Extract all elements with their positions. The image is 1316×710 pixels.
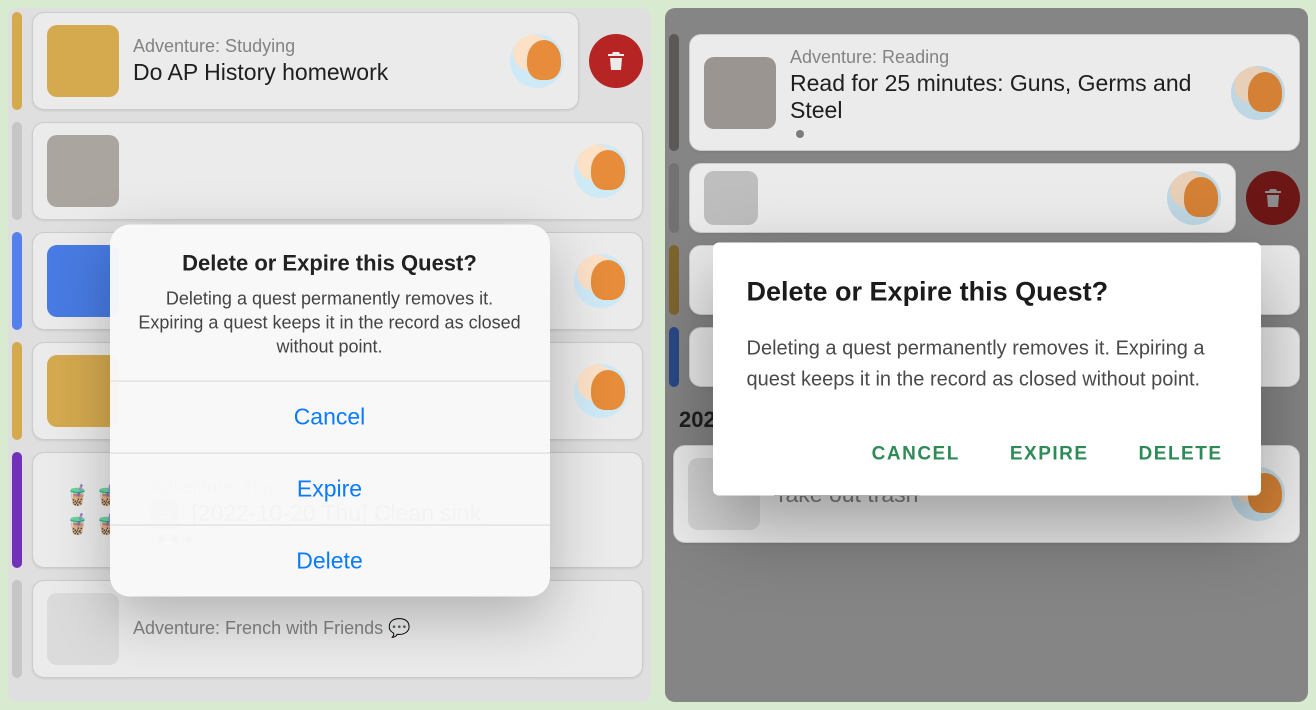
quest-card[interactable]: Adventure: Reading Read for 25 minutes: … xyxy=(689,34,1300,151)
avatar xyxy=(574,254,628,308)
material-dialog: Delete or Expire this Quest? Deleting a … xyxy=(713,242,1261,495)
delete-button[interactable] xyxy=(589,34,643,88)
cancel-button[interactable]: Cancel xyxy=(110,381,550,453)
quest-thumb xyxy=(704,57,776,129)
quest-thumb xyxy=(47,135,119,207)
delete-button[interactable]: DELETE xyxy=(1135,429,1227,479)
trash-icon xyxy=(604,49,628,73)
delete-button[interactable]: Delete xyxy=(110,525,550,597)
quest-row: Adventure: Reading Read for 25 minutes: … xyxy=(673,34,1300,151)
category-tag xyxy=(12,342,22,440)
avatar xyxy=(574,144,628,198)
expire-button[interactable]: EXPIRE xyxy=(1006,429,1093,479)
dialog-message: Deleting a quest permanently removes it.… xyxy=(132,286,528,359)
adventure-label: Adventure: Studying xyxy=(133,36,496,57)
quest-title: Read for 25 minutes: Guns, Germs and Ste… xyxy=(790,70,1217,124)
adventure-label: Adventure: Reading xyxy=(790,47,1217,68)
quest-row xyxy=(16,122,643,220)
delete-button[interactable] xyxy=(1246,171,1300,225)
ios-screen: Adventure: Studying Do AP History homewo… xyxy=(8,8,651,702)
quest-card[interactable]: Adventure: Studying Do AP History homewo… xyxy=(32,12,579,110)
cancel-button[interactable]: CANCEL xyxy=(868,429,964,479)
quest-thumb xyxy=(47,355,119,427)
trash-icon xyxy=(1261,186,1285,210)
category-tag xyxy=(669,34,679,151)
quest-title: Do AP History homework xyxy=(133,59,496,86)
dots-indicator xyxy=(790,124,1217,138)
adventure-label: Adventure: French with Friends 💬 xyxy=(133,618,628,639)
category-tag xyxy=(12,452,22,568)
expire-button[interactable]: Expire xyxy=(110,453,550,525)
quest-thumb xyxy=(47,245,119,317)
dialog-title: Delete or Expire this Quest? xyxy=(747,276,1227,307)
quest-thumb xyxy=(47,593,119,665)
category-tag xyxy=(669,327,679,387)
quest-thumb xyxy=(47,25,119,97)
dialog-message: Deleting a quest permanently removes it.… xyxy=(747,333,1227,395)
avatar xyxy=(1167,171,1221,225)
avatar xyxy=(510,34,564,88)
quest-row xyxy=(673,163,1300,233)
category-tag xyxy=(12,12,22,110)
dialog-title: Delete or Expire this Quest? xyxy=(132,250,528,276)
ios-action-sheet: Delete or Expire this Quest? Deleting a … xyxy=(110,224,550,597)
category-tag xyxy=(681,12,711,22)
avatar xyxy=(574,364,628,418)
category-tag xyxy=(669,245,679,315)
avatar xyxy=(1231,66,1285,120)
category-tag xyxy=(12,232,22,330)
quest-row: Adventure: Studying Do AP History homewo… xyxy=(16,12,643,110)
android-screen: Adventure: Reading Read for 25 minutes: … xyxy=(665,8,1308,702)
category-tag xyxy=(669,163,679,233)
category-tag xyxy=(12,122,22,220)
category-tag xyxy=(12,580,22,678)
quest-thumb xyxy=(704,171,758,225)
quest-card[interactable] xyxy=(689,163,1236,233)
quest-card[interactable] xyxy=(32,122,643,220)
